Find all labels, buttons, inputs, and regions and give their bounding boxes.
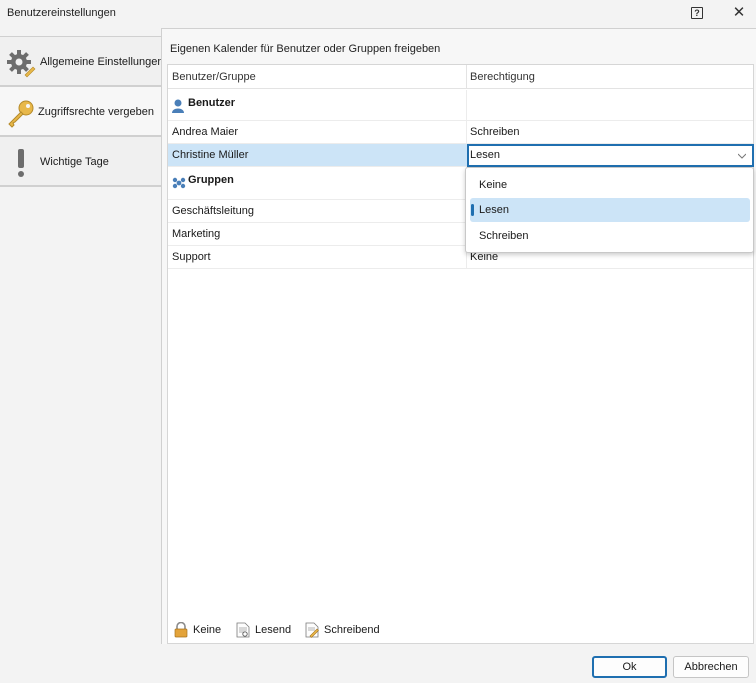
dropdown-option-none[interactable]: Keine	[470, 173, 750, 197]
permissions-grid: Benutzer/Gruppe Berechtigung Benutzer An…	[167, 64, 754, 644]
permission-combobox[interactable]: Lesen	[467, 144, 754, 167]
legend-label: Schreibend	[324, 624, 380, 636]
sidebar-empty-area	[0, 186, 162, 643]
permission-value[interactable]: Schreiben	[470, 126, 520, 138]
window-title: Benutzereinstellungen	[7, 7, 116, 19]
sidebar-item-label: Allgemeine Einstellungen	[40, 56, 164, 68]
legend-item-write: Schreibend	[305, 622, 380, 638]
group-label: Benutzer	[188, 97, 236, 109]
permission-legend: Keine Lesend Schreibend	[168, 617, 753, 643]
column-divider[interactable]	[466, 65, 467, 89]
sidebar-item-important-days[interactable]: Wichtige Tage	[0, 136, 162, 186]
panel-heading: Eigenen Kalender für Benutzer oder Grupp…	[170, 43, 441, 55]
dropdown-option-write[interactable]: Schreiben	[470, 224, 750, 248]
grid-header: Benutzer/Gruppe Berechtigung	[168, 65, 753, 89]
legend-label: Keine	[193, 624, 222, 636]
column-header-user[interactable]: Benutzer/Gruppe	[172, 71, 256, 83]
cell-divider	[466, 90, 467, 120]
title-bar: Benutzereinstellungen ? ✕	[0, 0, 756, 28]
combobox-value: Lesen	[470, 149, 500, 161]
legend-label: Lesend	[255, 624, 292, 636]
sidebar-item-label: Zugriffsrechte vergeben	[38, 106, 154, 118]
user-icon	[172, 99, 184, 113]
sidebar-item-general-settings[interactable]: Allgemeine Einstellungen	[0, 36, 164, 86]
legend-item-none: Keine	[174, 622, 221, 638]
exclamation-icon	[18, 149, 24, 177]
lock-icon	[174, 622, 188, 638]
close-button[interactable]: ✕	[729, 3, 749, 23]
group-row-users[interactable]: Benutzer	[168, 90, 753, 121]
column-header-permission[interactable]: Berechtigung	[470, 71, 535, 83]
group-name: Geschäftsleitung	[172, 205, 254, 217]
user-name: Christine Müller	[172, 149, 249, 161]
cancel-button[interactable]: Abbrechen	[673, 656, 749, 678]
read-document-icon	[236, 622, 250, 638]
group-name: Marketing	[172, 228, 221, 240]
ok-button[interactable]: Ok	[592, 656, 667, 678]
help-button[interactable]: ?	[691, 7, 703, 19]
legend-item-read: Lesend	[236, 622, 291, 638]
group-name: Support	[172, 251, 211, 263]
table-row[interactable]: Andrea Maier Schreiben	[168, 121, 753, 144]
main-panel: Eigenen Kalender für Benutzer oder Grupp…	[161, 28, 756, 644]
chevron-down-icon[interactable]	[738, 152, 746, 160]
write-document-icon	[305, 622, 319, 638]
permission-dropdown-list[interactable]: Keine Lesen Schreiben	[465, 167, 754, 253]
sidebar-item-label: Wichtige Tage	[40, 156, 109, 168]
option-label: Schreiben	[479, 230, 529, 242]
user-name: Andrea Maier	[172, 126, 239, 138]
group-icon	[172, 177, 186, 189]
cell-divider	[466, 121, 467, 143]
key-icon	[8, 100, 34, 128]
option-label: Keine	[479, 179, 508, 191]
option-label: Lesen	[479, 204, 509, 216]
table-row-selected[interactable]: Christine Müller Lesen	[168, 144, 754, 167]
selection-indicator	[471, 204, 474, 216]
group-label: Gruppen	[188, 174, 234, 186]
gear-icon	[7, 50, 36, 78]
dropdown-option-read[interactable]: Lesen	[470, 198, 750, 222]
sidebar: Allgemeine Einstellungen Zugriffsrechte …	[0, 36, 164, 186]
sidebar-item-access-rights[interactable]: Zugriffsrechte vergeben	[0, 86, 162, 136]
